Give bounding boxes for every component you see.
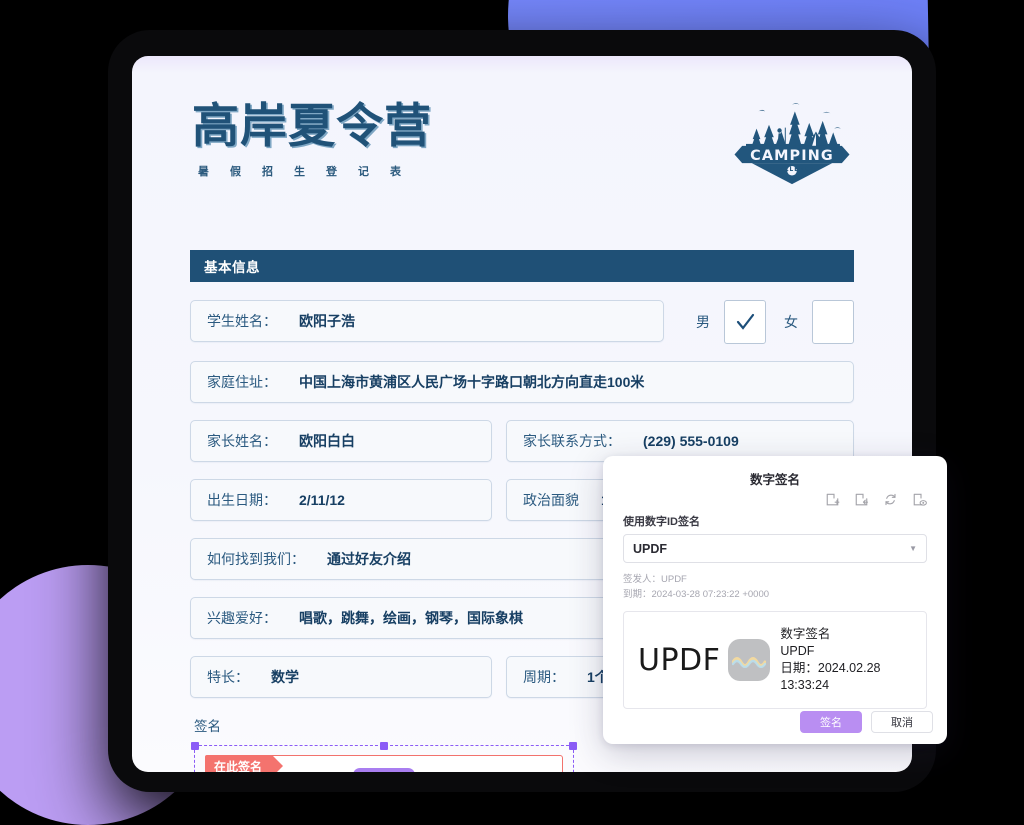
dialog-sign-button[interactable]: 签名 [800, 711, 862, 733]
label-political-status: 政治面貌 [523, 492, 579, 508]
field-birth-date[interactable]: 出生日期： 2/11/12 [190, 479, 492, 521]
preview-brand-text: UPDF [638, 642, 721, 678]
preview-line-1: 数字签名 [780, 627, 831, 641]
value-parent-contact: (229) 555-0109 [643, 433, 739, 449]
svg-text:CAMPING: CAMPING [750, 148, 834, 164]
label-period: 周期： [523, 669, 565, 685]
sign-here-tag: 在此签名 [205, 755, 284, 772]
digital-id-select[interactable]: UPDF ▼ [623, 534, 927, 563]
value-home-address: 中国上海市黄浦区人民广场十字路口朝北方向直走100米 [299, 374, 645, 390]
value-hobbies: 唱歌，跳舞，绘画，钢琴，国际象棋 [299, 610, 523, 626]
page-title: 高岸夏令营 [192, 99, 432, 154]
label-referral: 如何找到我们： [207, 551, 305, 567]
dialog-title: 数字签名 [749, 473, 800, 487]
label-specialty: 特长： [207, 669, 249, 685]
signature-field[interactable]: 在此签名 签名 [205, 755, 563, 772]
field-student-name[interactable]: 学生姓名： 欧阳子浩 [190, 300, 664, 342]
preview-line-4: 13:33:24 [780, 678, 830, 692]
gender-group: 男 女 [678, 300, 854, 344]
resize-handle-top-right[interactable] [569, 742, 577, 750]
dialog-cancel-button[interactable]: 取消 [871, 711, 933, 733]
certificate-meta: 签发人：UPDF 到期：2024-03-28 07:23:22 +0000 [623, 572, 927, 602]
checkbox-male[interactable] [724, 300, 766, 344]
label-parent-contact: 家长联系方式： [523, 433, 621, 449]
label-birth-date: 出生日期： [207, 492, 277, 508]
digital-signature-dialog: 数字签名 使用数字ID签名 UPDF ▼ 签发人：UPDF 到期：2024-03… [603, 456, 947, 744]
label-male: 男 [696, 314, 710, 330]
preview-line-3: 日期：2024.02.28 [780, 661, 881, 675]
svg-text:CHALLENGE: CHALLENGE [768, 167, 816, 173]
digital-id-selected-value: UPDF [633, 541, 668, 556]
value-birth-date: 2/11/12 [299, 492, 345, 508]
refresh-icon[interactable] [883, 492, 898, 507]
scene: 高岸夏令营 暑假招生登记表 CAMPING CHALLENGE 基本信息 学生姓… [0, 0, 1024, 825]
preview-certificate-icon[interactable] [912, 492, 927, 507]
value-specialty: 数学 [271, 669, 299, 685]
sign-button[interactable]: 签名 [352, 767, 415, 772]
field-home-address[interactable]: 家庭住址： 中国上海市黄浦区人民广场十字路口朝北方向直走100米 [190, 361, 854, 403]
resize-handle-top-center[interactable] [380, 742, 388, 750]
label-female: 女 [784, 314, 798, 330]
wave-glyph [732, 657, 767, 668]
value-student-name: 欧阳子浩 [299, 313, 355, 329]
value-referral: 通过好友介绍 [327, 551, 411, 567]
dialog-actions: 签名 取消 [800, 711, 933, 733]
value-parent-name: 欧阳白白 [299, 433, 355, 449]
dialog-toolbar [603, 492, 947, 511]
section-header-basic-info: 基本信息 [190, 250, 854, 282]
resize-handle-top-left[interactable] [191, 742, 199, 750]
certificate-issuer: 签发人：UPDF [623, 574, 687, 585]
label-student-name: 学生姓名： [207, 313, 277, 329]
preview-details: 数字签名 UPDF 日期：2024.02.28 13:33:24 [780, 626, 880, 694]
updf-logo-icon [728, 639, 771, 681]
check-icon [736, 313, 755, 330]
camping-logo: CAMPING CHALLENGE [734, 103, 850, 185]
form-row-home-address: 家庭住址： 中国上海市黄浦区人民广场十字路口朝北方向直走100米 [190, 361, 854, 403]
label-hobbies: 兴趣爱好： [207, 610, 277, 626]
field-parent-name[interactable]: 家长姓名： 欧阳白白 [190, 420, 492, 462]
document-header: 高岸夏令营 暑假招生登记表 CAMPING CHALLENGE [190, 56, 854, 240]
checkbox-female[interactable] [812, 300, 854, 344]
form-row-student-name: 学生姓名： 欧阳子浩 男 女 [190, 300, 854, 344]
signature-selection-frame[interactable]: 在此签名 签名 [191, 742, 577, 772]
add-certificate-icon[interactable] [825, 492, 840, 507]
signature-preview[interactable]: UPDF 数字签名 UPDF 日期：2024.02.28 13:33:24 [623, 611, 927, 709]
field-specialty[interactable]: 特长： 数学 [190, 656, 492, 698]
dialog-field-label: 使用数字ID签名 [623, 516, 700, 528]
label-parent-name: 家长姓名： [207, 433, 277, 449]
import-certificate-icon[interactable] [854, 492, 869, 507]
certificate-expiry: 到期：2024-03-28 07:23:22 +0000 [623, 589, 770, 600]
chevron-down-icon: ▼ [909, 544, 917, 553]
label-home-address: 家庭住址： [207, 374, 277, 390]
page-subtitle: 暑假招生登记表 [198, 166, 422, 178]
preview-line-2: UPDF [780, 644, 815, 658]
